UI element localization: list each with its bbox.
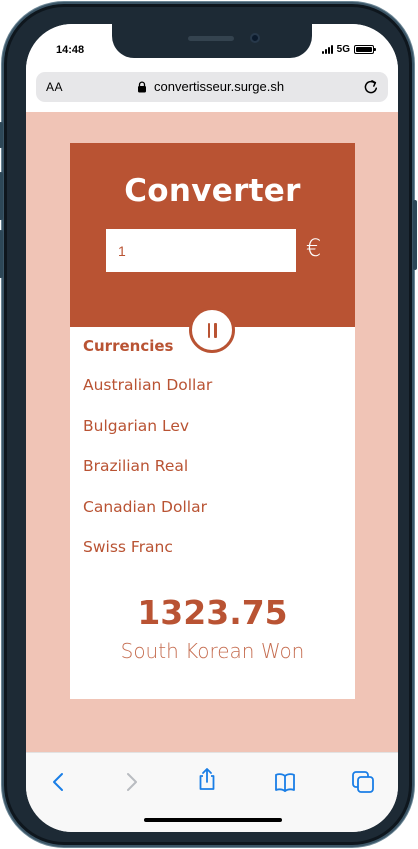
status-indicators: 5G [321,44,376,55]
tabs-icon[interactable] [350,769,376,795]
reload-icon[interactable] [362,78,380,96]
share-icon[interactable] [194,766,220,792]
pause-bar-left [207,322,210,338]
front-camera [250,33,260,43]
result-currency: South Korean Won [120,639,305,663]
currency-item-brl[interactable]: Brazilian Real [83,457,212,498]
currency-item-cad[interactable]: Canadian Dollar [83,498,212,539]
phone-frame: 14:48 5G AA convertisseur.surge.sh Conve… [0,2,417,847]
forward-icon[interactable] [118,769,144,795]
converter-header: Converter € [70,143,355,327]
notch [112,24,312,58]
signal-icon [321,45,333,54]
home-indicator[interactable] [144,818,282,822]
speaker [188,36,234,41]
currency-item-bgn[interactable]: Bulgarian Lev [83,417,212,458]
converter-card: Converter € Currencies Australian Dollar… [70,143,355,699]
currency-list: Australian Dollar Bulgarian Lev Brazilia… [83,376,212,579]
amount-input[interactable] [106,229,296,272]
volume-up-button [0,172,3,220]
page-title: Converter [124,173,301,209]
euro-icon: € [306,234,322,262]
pause-button[interactable] [189,307,235,353]
back-icon[interactable] [46,769,72,795]
currency-item-chf[interactable]: Swiss Franc [83,538,212,579]
pause-bar-right [214,322,217,338]
currencies-heading: Currencies [83,337,174,355]
currency-item-aud[interactable]: Australian Dollar [83,376,212,417]
lock-icon [138,81,146,93]
web-page: Converter € Currencies Australian Dollar… [26,112,398,752]
text-size-button[interactable]: AA [46,80,63,94]
network-type: 5G [336,44,350,55]
address-bar-area: AA convertisseur.surge.sh [26,70,398,114]
screen: 14:48 5G AA convertisseur.surge.sh Conve… [26,24,398,832]
bookmarks-icon[interactable] [272,769,298,795]
result-value: 1323.75 [137,593,288,632]
power-button [413,200,417,270]
status-time: 14:48 [56,44,85,56]
mute-switch [0,122,3,148]
url-text[interactable]: convertisseur.surge.sh [154,79,284,94]
battery-icon [354,45,376,54]
address-bar[interactable]: AA convertisseur.surge.sh [36,72,388,102]
volume-down-button [0,230,3,278]
